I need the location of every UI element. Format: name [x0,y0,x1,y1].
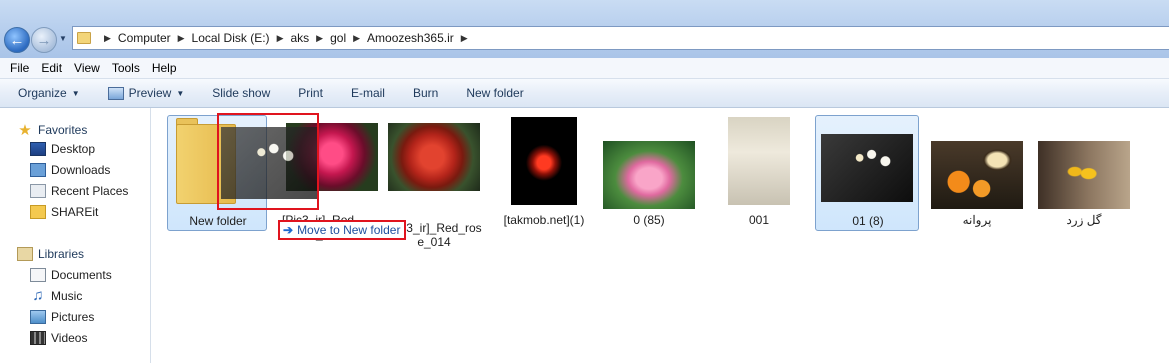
menu-file[interactable]: File [4,61,35,75]
nav-item-label: Music [51,289,83,303]
nav-item-label: Desktop [51,142,96,156]
drag-ghost-image [221,127,317,199]
file-name: گل زرد [1066,213,1102,227]
print-button[interactable]: Print [290,86,331,100]
nav-libraries-label: Libraries [38,247,85,261]
nav-item-music[interactable]: ♫ Music [30,287,83,304]
chevron-right-icon[interactable]: ▶ [316,33,323,44]
shareit-folder-icon [30,205,46,219]
nav-item-label: Videos [51,331,88,345]
star-icon: ★ [18,122,32,139]
image-thumbnail [1038,141,1130,209]
burn-button[interactable]: Burn [405,86,446,100]
nav-item-label: Recent Places [51,184,129,198]
videos-icon [30,331,46,345]
libraries-icon [17,247,33,261]
nav-item-desktop[interactable]: Desktop [30,142,95,156]
arrow-right-icon: → [36,31,52,49]
address-bar-area: ← → ▼ ▶ Computer ▶ Local Disk (E:) ▶ aks… [0,0,1169,58]
nav-item-pictures[interactable]: Pictures [30,310,94,324]
file-item-lotus[interactable]: 0 (85) [597,115,701,231]
nav-item-recent-places[interactable]: Recent Places [30,184,128,198]
image-thumbnail [728,117,790,205]
folder-icon [77,32,91,44]
file-name: New folder [189,214,247,228]
file-name: 001 [748,213,770,227]
file-item-daisy-selected[interactable]: 01 (8) [815,115,919,231]
nav-libraries[interactable]: Libraries [17,247,84,261]
nav-favorites-label: Favorites [38,123,88,137]
music-icon: ♫ [32,287,44,304]
caret-down-icon: ▼ [176,88,185,98]
email-button[interactable]: E-mail [343,86,393,100]
new-folder-button[interactable]: New folder [458,86,531,100]
nav-item-label: Documents [51,268,112,282]
organize-label: Organize [18,86,67,100]
organize-button[interactable]: Organize ▼ [10,86,88,100]
move-tooltip-text: Move to New folder [297,223,401,237]
command-bar: Organize ▼ Preview ▼ Slide show Print E-… [0,79,1169,108]
forward-button[interactable]: → [31,27,57,53]
nav-favorites[interactable]: ★ Favorites [17,121,87,139]
recent-places-icon [30,184,46,198]
pictures-icon [30,310,46,324]
preview-icon [107,86,124,100]
image-thumbnail [511,117,577,205]
breadcrumb-local-disk[interactable]: Local Disk (E:) [192,31,270,45]
arrow-left-icon: ← [9,31,25,49]
drag-ghost-highlight [217,113,319,210]
nav-item-label: Downloads [51,163,111,177]
file-name: [takmob.net](1) [503,213,585,227]
file-name: 01 (8) [852,214,884,228]
image-thumbnail [603,141,695,209]
address-box[interactable]: ▶ Computer ▶ Local Disk (E:) ▶ aks ▶ gol… [72,26,1169,50]
chevron-right-icon[interactable]: ▶ [178,33,185,44]
menu-edit[interactable]: Edit [35,61,68,75]
nav-item-documents[interactable]: Documents [30,268,112,282]
file-name: پروانه [962,213,992,227]
back-button[interactable]: ← [4,27,30,53]
breadcrumb-aks[interactable]: aks [290,31,309,45]
file-item-red-rose[interactable]: [Pic3_ir]_Red_ros e_014 [382,115,486,249]
navigation-pane: ★ Favorites Desktop Downloads Recent Pla… [0,108,151,363]
chevron-right-icon[interactable]: ▶ [461,33,468,44]
file-name: 0 (85) [633,213,665,227]
recent-pages-dropdown[interactable]: ▼ [59,34,67,43]
file-item-vase[interactable]: 001 [707,115,811,231]
downloads-icon [30,163,46,177]
image-thumbnail [821,134,913,202]
slideshow-button[interactable]: Slide show [204,86,278,100]
file-item-tulip[interactable]: گل زرد [1032,115,1136,231]
menu-bar: File Edit View Tools Help [0,58,1169,79]
nav-item-videos[interactable]: Videos [30,331,87,345]
menu-help[interactable]: Help [146,61,183,75]
nav-item-label: SHAREit [51,205,99,219]
preview-label: Preview [128,86,172,100]
menu-tools[interactable]: Tools [106,61,146,75]
nav-item-downloads[interactable]: Downloads [30,163,110,177]
image-thumbnail [388,123,480,191]
file-item-takmob[interactable]: [takmob.net](1) [492,115,596,231]
nav-item-label: Pictures [51,310,95,324]
documents-icon [30,268,46,282]
menu-view[interactable]: View [68,61,106,75]
caret-down-icon: ▼ [71,88,80,98]
move-tooltip: ➔ Move to New folder [278,220,407,240]
nav-item-shareit[interactable]: SHAREit [30,205,98,219]
chevron-right-icon[interactable]: ▶ [353,33,360,44]
breadcrumb-current[interactable]: Amoozesh365.ir [367,31,454,45]
breadcrumb-gol[interactable]: gol [330,31,346,45]
preview-button[interactable]: Preview ▼ [100,86,193,100]
file-item-butterfly[interactable]: پروانه [925,115,1029,231]
image-thumbnail [931,141,1023,209]
desktop-icon [30,142,46,156]
chevron-right-icon[interactable]: ▶ [104,33,111,44]
arrow-right-icon: ➔ [283,223,294,237]
chevron-right-icon[interactable]: ▶ [277,33,284,44]
breadcrumb-computer[interactable]: Computer [118,31,171,45]
